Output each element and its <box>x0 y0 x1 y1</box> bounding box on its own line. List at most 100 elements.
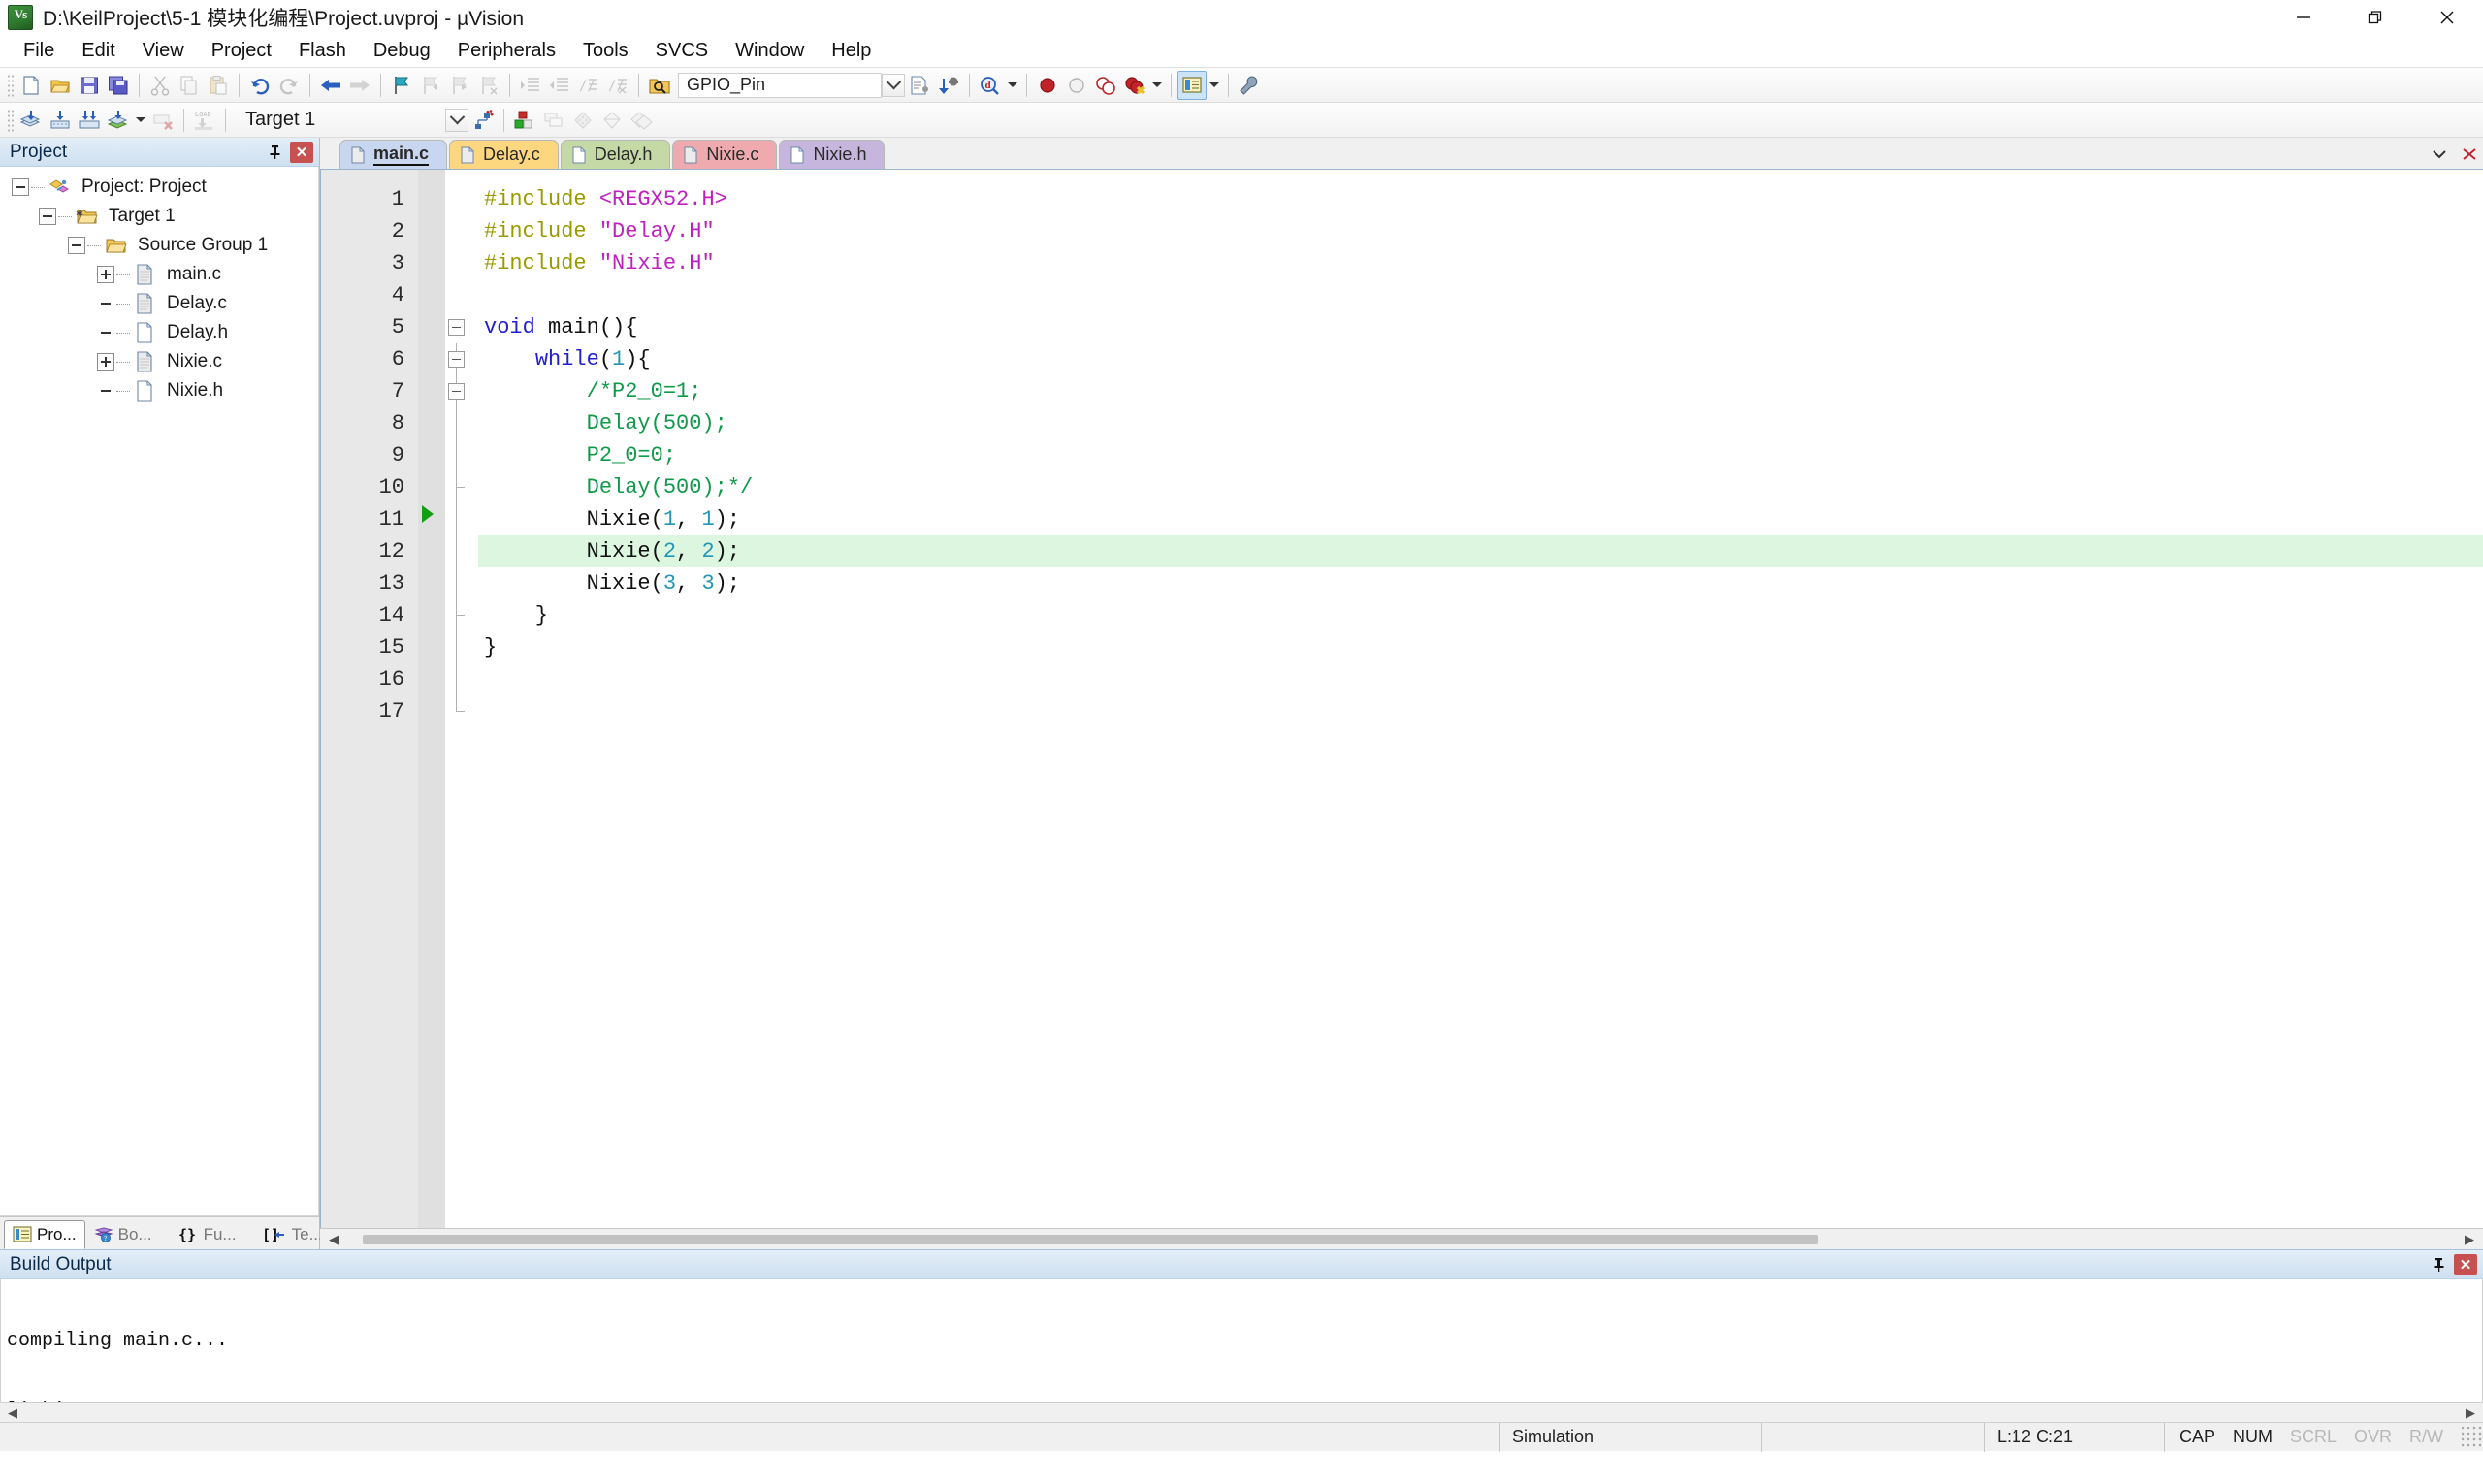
code-line[interactable] <box>478 663 2483 695</box>
search-combo[interactable]: GPIO_Pin <box>678 72 882 98</box>
cut-icon[interactable] <box>145 71 175 100</box>
code-line[interactable]: } <box>478 599 2483 631</box>
editor-tab-delay-c[interactable]: Delay.c <box>449 140 559 169</box>
target-dropdown-icon[interactable] <box>445 108 468 132</box>
code-line[interactable]: } <box>478 631 2483 663</box>
chevron-down-icon[interactable] <box>2431 145 2448 166</box>
scroll-right-icon[interactable]: ▶ <box>2460 1231 2479 1248</box>
breakpoint-dropdown-arrow-icon[interactable] <box>1149 72 1165 99</box>
uncomment-lines-icon[interactable]: // <box>603 71 632 100</box>
tree-node-file-delay-c[interactable]: Delay.c <box>0 289 318 318</box>
configuration-wizard-icon[interactable] <box>1235 71 1264 100</box>
pin-icon[interactable] <box>2426 1253 2451 1276</box>
stop-build-icon[interactable] <box>148 106 177 135</box>
code-line[interactable]: Nixie(2, 2); <box>478 535 2483 567</box>
translate-file-icon[interactable] <box>16 106 46 135</box>
menu-peripherals[interactable]: Peripherals <box>444 36 569 66</box>
comment-lines-icon[interactable]: // <box>574 71 603 100</box>
code-line[interactable]: void main(){ <box>478 311 2483 343</box>
close-icon[interactable]: ✕ <box>2454 1253 2477 1275</box>
toolbar-grip[interactable] <box>7 73 14 97</box>
code-line[interactable]: #include "Delay.H" <box>478 215 2483 247</box>
tree-node-file-main-c[interactable]: main.c <box>0 260 318 289</box>
menu-project[interactable]: Project <box>198 36 285 66</box>
menu-help[interactable]: Help <box>818 36 885 66</box>
pack-installer-icon[interactable] <box>597 106 627 135</box>
editor-tab-delay-h[interactable]: Delay.h <box>560 140 671 169</box>
indent-decrease-icon[interactable] <box>545 71 574 100</box>
scroll-track[interactable] <box>22 1404 2461 1421</box>
menu-edit[interactable]: Edit <box>68 36 128 66</box>
menu-window[interactable]: Window <box>722 36 818 66</box>
manage-run-time-env-icon[interactable] <box>627 106 656 135</box>
menu-flash[interactable]: Flash <box>285 36 360 66</box>
sidebar-tab-functions[interactable]: {} Fu... <box>169 1220 245 1249</box>
breakpoint-insert-icon[interactable] <box>1033 71 1062 100</box>
search-dropdown-icon[interactable] <box>882 73 905 97</box>
tree-node-file-nixie-h[interactable]: Nixie.h <box>0 376 318 405</box>
insert-file-icon[interactable] <box>905 71 934 100</box>
bookmark-prev-icon[interactable] <box>416 71 445 100</box>
scroll-left-icon[interactable]: ◀ <box>3 1404 22 1422</box>
copy-icon[interactable] <box>175 71 204 100</box>
indent-increase-icon[interactable] <box>516 71 545 100</box>
breakpoint-disable-all-icon[interactable] <box>1091 71 1120 100</box>
code-line[interactable]: Delay(500); <box>478 407 2483 439</box>
expander-plus-icon[interactable] <box>97 266 114 283</box>
code-line[interactable]: Nixie(1, 1); <box>478 503 2483 535</box>
sidebar-tab-project[interactable]: Pro... <box>4 1220 85 1249</box>
editor-tab-main-c[interactable]: main.c <box>339 140 448 169</box>
redo-icon[interactable] <box>274 71 304 100</box>
tree-node-target[interactable]: Target 1 <box>0 202 318 231</box>
tree-node-source-group[interactable]: Source Group 1 <box>0 231 318 260</box>
download-to-flash-icon[interactable]: LOAD <box>190 106 219 135</box>
code-line[interactable] <box>478 279 2483 311</box>
scroll-left-icon[interactable]: ◀ <box>324 1231 343 1248</box>
tree-node-file-delay-h[interactable]: Delay.h <box>0 318 318 347</box>
code-fold-gutter[interactable] <box>445 170 478 1228</box>
pin-icon[interactable] <box>262 141 287 164</box>
window-toggle-dropdown-arrow-icon[interactable] <box>1207 72 1222 99</box>
find-in-files-icon[interactable] <box>645 71 674 100</box>
batch-build-dropdown-arrow-icon[interactable] <box>133 107 148 134</box>
find-dropdown-icon[interactable]: d <box>976 71 1005 100</box>
debug-start-icon[interactable] <box>934 71 963 100</box>
bookmark-toggle-icon[interactable] <box>387 71 416 100</box>
code-line[interactable]: while(1){ <box>478 343 2483 375</box>
toolbar-grip[interactable] <box>7 108 14 132</box>
code-line[interactable]: /*P2_0=1; <box>478 375 2483 407</box>
bookmark-clear-icon[interactable] <box>474 71 503 100</box>
rebuild-all-icon[interactable] <box>75 106 104 135</box>
menu-view[interactable]: View <box>129 36 198 66</box>
new-file-icon[interactable] <box>16 71 46 100</box>
tree-node-project[interactable]: Project: Project <box>0 173 318 202</box>
bookmark-next-icon[interactable] <box>445 71 474 100</box>
sidebar-tab-books[interactable]: ? Bo... <box>85 1220 161 1249</box>
scroll-right-icon[interactable]: ▶ <box>2461 1404 2480 1422</box>
close-icon[interactable] <box>2462 145 2477 166</box>
breakpoint-disable-icon[interactable] <box>1062 71 1091 100</box>
search-input[interactable]: GPIO_Pin <box>687 75 877 95</box>
restore-button[interactable] <box>2339 0 2411 35</box>
code-text[interactable]: #include <REGX52.H> #include "Delay.H" #in… <box>478 170 2483 1228</box>
code-line[interactable]: #include "Nixie.H" <box>478 247 2483 279</box>
fold-collapse-icon[interactable] <box>448 383 465 400</box>
open-file-icon[interactable] <box>46 71 75 100</box>
resize-grip-icon[interactable] <box>2462 1426 2483 1448</box>
expander-plus-icon[interactable] <box>97 353 114 371</box>
code-editor[interactable]: 1 2 3 4 5 6 7 8 9 10 11 12 13 14 15 16 1… <box>320 169 2483 1228</box>
project-tree[interactable]: Project: Project Target 1 Source Group 1 <box>0 167 319 1216</box>
close-icon[interactable]: ✕ <box>290 141 313 163</box>
fold-collapse-icon[interactable] <box>448 319 465 336</box>
build-horizontal-scrollbar[interactable]: ◀ ▶ <box>0 1403 2483 1422</box>
build-target-icon[interactable] <box>46 106 75 135</box>
components-icon[interactable] <box>568 106 597 135</box>
expander-minus-icon[interactable] <box>12 178 29 196</box>
paste-icon[interactable] <box>204 71 233 100</box>
project-window-toggle-icon[interactable] <box>1177 70 1207 100</box>
batch-build-icon[interactable] <box>104 106 133 135</box>
find-dropdown-arrow-icon[interactable] <box>1005 72 1020 99</box>
navigate-back-icon[interactable] <box>316 71 345 100</box>
menu-tools[interactable]: Tools <box>569 36 642 66</box>
code-line[interactable]: #include <REGX52.H> <box>478 183 2483 215</box>
